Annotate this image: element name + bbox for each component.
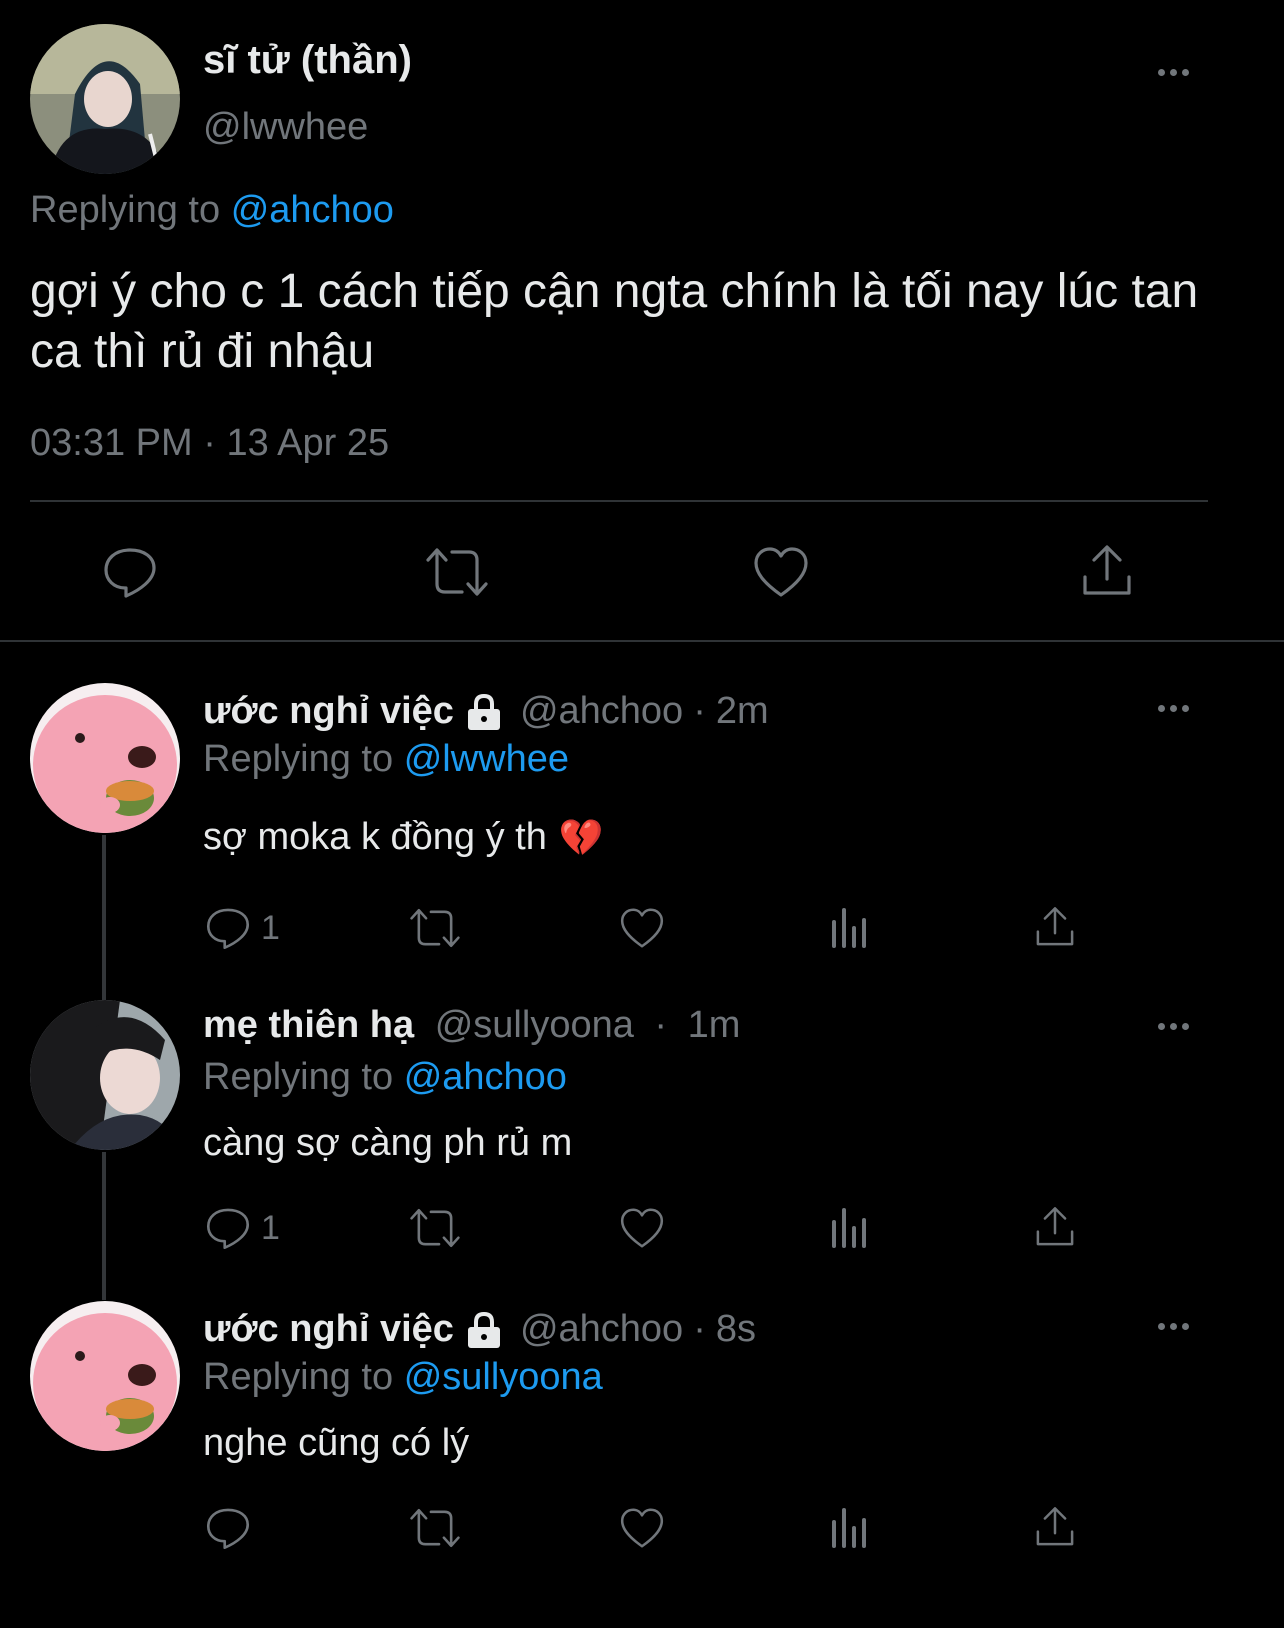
replying-line: Replying to @lwwhee bbox=[203, 738, 569, 781]
reply-author-name[interactable]: ước nghỉ việc bbox=[203, 690, 454, 733]
reply-handle[interactable]: @sullyoona bbox=[435, 1004, 634, 1046]
replying-prefix: Replying to bbox=[30, 189, 221, 231]
replying-to-link[interactable]: @ahchoo bbox=[231, 189, 394, 231]
thread-line bbox=[102, 835, 106, 1000]
reply-handle[interactable]: @ahchoo bbox=[520, 690, 683, 733]
reply-text: sợ moka k đồng ý th bbox=[203, 816, 547, 858]
reply-icon[interactable]: 1 bbox=[205, 905, 280, 951]
like-icon[interactable] bbox=[619, 906, 665, 950]
retweet-icon[interactable] bbox=[424, 546, 490, 598]
thread-line bbox=[102, 1152, 106, 1300]
reply-text: nghe cũng có lý bbox=[203, 1422, 470, 1464]
reply-time[interactable]: 1m bbox=[688, 1004, 741, 1046]
more-icon[interactable] bbox=[1158, 705, 1189, 712]
tweet-date: 13 Apr 25 bbox=[226, 422, 390, 464]
divider bbox=[0, 640, 1284, 642]
more-icon[interactable] bbox=[1158, 69, 1189, 76]
separator: · bbox=[203, 422, 216, 464]
like-icon[interactable] bbox=[752, 545, 810, 599]
replying-to-link[interactable]: @sullyoona bbox=[404, 1356, 603, 1398]
tweet-timestamp[interactable]: 03:31 PM · 13 Apr 25 bbox=[30, 422, 389, 465]
share-icon[interactable] bbox=[1080, 543, 1134, 599]
reply-header: ước nghỉ việc @ahchoo · 8s bbox=[203, 1308, 756, 1351]
more-icon[interactable] bbox=[1158, 1023, 1189, 1030]
like-icon[interactable] bbox=[619, 1506, 665, 1550]
replying-to-link[interactable]: @lwwhee bbox=[404, 738, 569, 780]
avatar-reply-2[interactable] bbox=[30, 1000, 180, 1150]
avatar-main[interactable] bbox=[30, 24, 180, 174]
avatar-photo-icon bbox=[30, 24, 180, 174]
reply-count: 1 bbox=[261, 908, 280, 947]
reply-author-name[interactable]: mẹ thiên hạ bbox=[203, 1004, 414, 1046]
share-icon[interactable] bbox=[1034, 905, 1076, 949]
replying-line: Replying to @sullyoona bbox=[203, 1356, 603, 1399]
reply-text: càng sợ càng ph rủ m bbox=[203, 1122, 573, 1164]
lock-icon bbox=[464, 1310, 504, 1350]
separator: · bbox=[693, 690, 706, 732]
views-icon[interactable] bbox=[830, 1506, 870, 1548]
reply-handle[interactable]: @ahchoo bbox=[520, 1308, 683, 1351]
broken-heart-icon: 💔 bbox=[558, 816, 604, 858]
reply-icon[interactable]: 1 bbox=[205, 1205, 280, 1251]
avatar-photo-icon bbox=[30, 1000, 180, 1150]
more-icon[interactable] bbox=[1158, 1323, 1189, 1330]
retweet-icon[interactable] bbox=[408, 907, 462, 949]
retweet-icon[interactable] bbox=[408, 1207, 462, 1249]
replying-prefix: Replying to bbox=[203, 738, 394, 780]
reply-count: 1 bbox=[261, 1208, 280, 1247]
avatar-reply-1[interactable] bbox=[30, 683, 180, 833]
replying-line: Replying to @ahchoo bbox=[203, 1056, 567, 1099]
author-handle[interactable]: @lwwhee bbox=[203, 106, 368, 149]
reply-author-name[interactable]: ước nghỉ việc bbox=[203, 1308, 454, 1351]
separator: · bbox=[693, 1308, 706, 1350]
retweet-icon[interactable] bbox=[408, 1507, 462, 1549]
reply-header: ước nghỉ việc @ahchoo · 2m bbox=[203, 690, 769, 733]
pink-character-avatar-icon bbox=[30, 1301, 180, 1451]
author-name[interactable]: sĩ tử (thần) bbox=[203, 38, 412, 83]
reply-text-row: sợ moka k đồng ý th 💔 bbox=[203, 816, 604, 859]
replying-to-link[interactable]: @ahchoo bbox=[404, 1056, 567, 1098]
separator: · bbox=[654, 1004, 668, 1046]
reply-icon[interactable] bbox=[205, 1505, 251, 1551]
tweet-text: gợi ý cho c 1 cách tiếp cận ngta chính l… bbox=[30, 265, 1199, 378]
replying-prefix: Replying to bbox=[203, 1056, 394, 1098]
reply-time[interactable]: 8s bbox=[716, 1308, 756, 1351]
replying-prefix: Replying to bbox=[203, 1356, 394, 1398]
views-icon[interactable] bbox=[830, 906, 870, 948]
pink-character-avatar-icon bbox=[30, 683, 180, 833]
reply-time[interactable]: 2m bbox=[716, 690, 769, 733]
reply-header: mẹ thiên hạ @sullyoona · 1m bbox=[203, 1004, 740, 1047]
like-icon[interactable] bbox=[619, 1206, 665, 1250]
avatar-reply-3[interactable] bbox=[30, 1301, 180, 1451]
reply-icon[interactable] bbox=[102, 544, 158, 600]
divider bbox=[30, 500, 1208, 502]
tweet-time: 03:31 PM bbox=[30, 422, 193, 464]
share-icon[interactable] bbox=[1034, 1505, 1076, 1549]
lock-icon bbox=[464, 692, 504, 732]
views-icon[interactable] bbox=[830, 1206, 870, 1248]
replying-line: Replying to @ahchoo bbox=[30, 189, 394, 232]
share-icon[interactable] bbox=[1034, 1205, 1076, 1249]
